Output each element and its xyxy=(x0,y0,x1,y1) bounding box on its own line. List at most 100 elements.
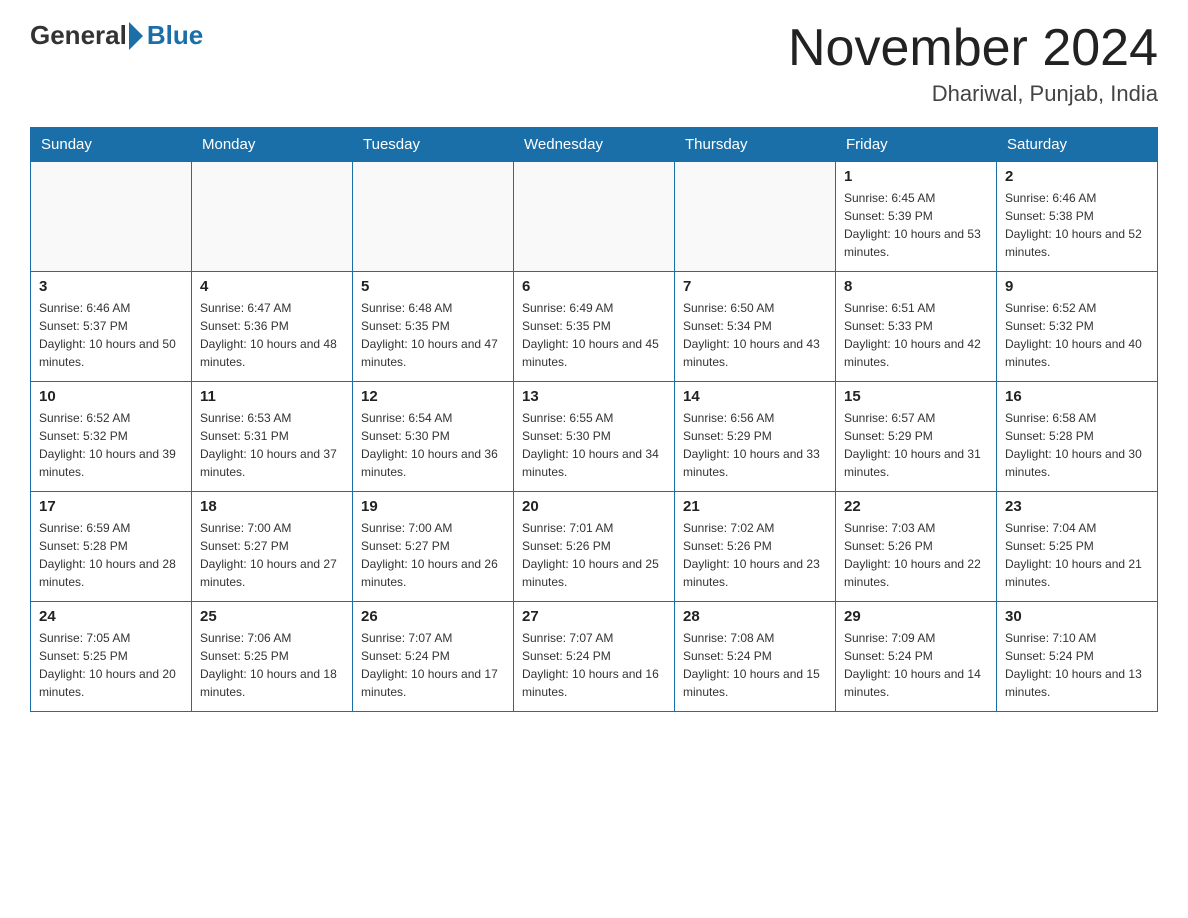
day-number: 22 xyxy=(844,498,988,515)
calendar-cell: 20 Sunrise: 7:01 AMSunset: 5:26 PMDayligh… xyxy=(514,492,675,602)
calendar-cell: 19 Sunrise: 7:00 AMSunset: 5:27 PMDayligh… xyxy=(353,492,514,602)
day-number: 3 xyxy=(39,278,183,295)
day-info: Sunrise: 6:50 AMSunset: 5:34 PMDaylight:… xyxy=(683,299,827,371)
day-number: 7 xyxy=(683,278,827,295)
calendar-cell: 25Sunrise: 7:06 AMSunset: 5:25 PMDayligh… xyxy=(192,602,353,712)
day-info: Sunrise: 7:07 AMSunset: 5:24 PMDaylight:… xyxy=(522,629,666,701)
day-number: 18 xyxy=(200,498,344,515)
calendar-cell: 14 Sunrise: 6:56 AMSunset: 5:29 PMDayligh… xyxy=(675,382,836,492)
day-number: 30 xyxy=(1005,608,1149,625)
day-number: 2 xyxy=(1005,168,1149,185)
day-number: 10 xyxy=(39,388,183,405)
calendar-cell xyxy=(31,162,192,272)
day-info: Sunrise: 6:45 AMSunset: 5:39 PMDaylight:… xyxy=(844,189,988,261)
day-number: 29 xyxy=(844,608,988,625)
calendar-cell: 27 Sunrise: 7:07 AMSunset: 5:24 PMDayligh… xyxy=(514,602,675,712)
calendar-cell: 10 Sunrise: 6:52 AMSunset: 5:32 PMDayligh… xyxy=(31,382,192,492)
calendar-cell: 22 Sunrise: 7:03 AMSunset: 5:26 PMDayligh… xyxy=(836,492,997,602)
day-info: Sunrise: 7:09 AMSunset: 5:24 PMDaylight:… xyxy=(844,629,988,701)
day-number: 8 xyxy=(844,278,988,295)
day-number: 20 xyxy=(522,498,666,515)
calendar-cell: 13Sunrise: 6:55 AMSunset: 5:30 PMDayligh… xyxy=(514,382,675,492)
calendar-cell: 1 Sunrise: 6:45 AMSunset: 5:39 PMDaylight… xyxy=(836,162,997,272)
calendar-cell: 28 Sunrise: 7:08 AMSunset: 5:24 PMDayligh… xyxy=(675,602,836,712)
day-number: 16 xyxy=(1005,388,1149,405)
day-number: 26 xyxy=(361,608,505,625)
calendar-cell: 2Sunrise: 6:46 AMSunset: 5:38 PMDaylight… xyxy=(997,162,1158,272)
calendar-cell: 21 Sunrise: 7:02 AMSunset: 5:26 PMDayligh… xyxy=(675,492,836,602)
calendar-cell: 24 Sunrise: 7:05 AMSunset: 5:25 PMDayligh… xyxy=(31,602,192,712)
calendar-cell: 23 Sunrise: 7:04 AMSunset: 5:25 PMDayligh… xyxy=(997,492,1158,602)
day-info: Sunrise: 7:02 AMSunset: 5:26 PMDaylight:… xyxy=(683,519,827,591)
calendar-cell: 26 Sunrise: 7:07 AMSunset: 5:24 PMDayligh… xyxy=(353,602,514,712)
day-number: 21 xyxy=(683,498,827,515)
day-of-week-header: Friday xyxy=(836,128,997,162)
day-info: Sunrise: 7:06 AMSunset: 5:25 PMDaylight:… xyxy=(200,629,344,701)
day-number: 27 xyxy=(522,608,666,625)
day-number: 28 xyxy=(683,608,827,625)
day-info: Sunrise: 6:57 AMSunset: 5:29 PMDaylight:… xyxy=(844,409,988,481)
day-of-week-header: Wednesday xyxy=(514,128,675,162)
day-number: 12 xyxy=(361,388,505,405)
day-info: Sunrise: 6:56 AMSunset: 5:29 PMDaylight:… xyxy=(683,409,827,481)
day-number: 17 xyxy=(39,498,183,515)
day-number: 1 xyxy=(844,168,988,185)
day-number: 19 xyxy=(361,498,505,515)
day-number: 6 xyxy=(522,278,666,295)
day-number: 23 xyxy=(1005,498,1149,515)
day-info: Sunrise: 6:47 AMSunset: 5:36 PMDaylight:… xyxy=(200,299,344,371)
calendar-cell: 5 Sunrise: 6:48 AMSunset: 5:35 PMDaylight… xyxy=(353,272,514,382)
calendar-header-row: SundayMondayTuesdayWednesdayThursdayFrid… xyxy=(31,128,1158,162)
calendar-cell: 9 Sunrise: 6:52 AMSunset: 5:32 PMDaylight… xyxy=(997,272,1158,382)
calendar-cell: 8 Sunrise: 6:51 AMSunset: 5:33 PMDaylight… xyxy=(836,272,997,382)
day-of-week-header: Thursday xyxy=(675,128,836,162)
day-info: Sunrise: 6:53 AMSunset: 5:31 PMDaylight:… xyxy=(200,409,344,481)
day-number: 24 xyxy=(39,608,183,625)
calendar-cell: 30Sunrise: 7:10 AMSunset: 5:24 PMDayligh… xyxy=(997,602,1158,712)
calendar-week-row: 10 Sunrise: 6:52 AMSunset: 5:32 PMDayligh… xyxy=(31,382,1158,492)
calendar-cell xyxy=(514,162,675,272)
calendar-week-row: 17Sunrise: 6:59 AMSunset: 5:28 PMDayligh… xyxy=(31,492,1158,602)
calendar-cell xyxy=(675,162,836,272)
day-number: 9 xyxy=(1005,278,1149,295)
day-info: Sunrise: 6:51 AMSunset: 5:33 PMDaylight:… xyxy=(844,299,988,371)
day-info: Sunrise: 6:52 AMSunset: 5:32 PMDaylight:… xyxy=(1005,299,1149,371)
logo-blue: Blue xyxy=(147,20,203,51)
day-number: 5 xyxy=(361,278,505,295)
day-info: Sunrise: 7:03 AMSunset: 5:26 PMDaylight:… xyxy=(844,519,988,591)
page-header: General Blue November 2024 Dhariwal, Pun… xyxy=(30,20,1158,107)
calendar-cell: 3 Sunrise: 6:46 AMSunset: 5:37 PMDaylight… xyxy=(31,272,192,382)
logo-text: General Blue xyxy=(30,20,203,51)
calendar-week-row: 1 Sunrise: 6:45 AMSunset: 5:39 PMDaylight… xyxy=(31,162,1158,272)
day-of-week-header: Saturday xyxy=(997,128,1158,162)
day-info: Sunrise: 7:04 AMSunset: 5:25 PMDaylight:… xyxy=(1005,519,1149,591)
day-number: 4 xyxy=(200,278,344,295)
day-info: Sunrise: 6:46 AMSunset: 5:37 PMDaylight:… xyxy=(39,299,183,371)
calendar-cell: 7 Sunrise: 6:50 AMSunset: 5:34 PMDaylight… xyxy=(675,272,836,382)
day-info: Sunrise: 7:00 AMSunset: 5:27 PMDaylight:… xyxy=(361,519,505,591)
day-info: Sunrise: 7:08 AMSunset: 5:24 PMDaylight:… xyxy=(683,629,827,701)
calendar-cell xyxy=(192,162,353,272)
day-info: Sunrise: 7:07 AMSunset: 5:24 PMDaylight:… xyxy=(361,629,505,701)
location: Dhariwal, Punjab, India xyxy=(788,81,1158,107)
calendar-cell: 17Sunrise: 6:59 AMSunset: 5:28 PMDayligh… xyxy=(31,492,192,602)
day-number: 14 xyxy=(683,388,827,405)
logo-general: General xyxy=(30,20,127,51)
day-info: Sunrise: 7:01 AMSunset: 5:26 PMDaylight:… xyxy=(522,519,666,591)
day-info: Sunrise: 6:55 AMSunset: 5:30 PMDaylight:… xyxy=(522,409,666,481)
calendar-week-row: 3 Sunrise: 6:46 AMSunset: 5:37 PMDaylight… xyxy=(31,272,1158,382)
calendar-cell: 18 Sunrise: 7:00 AMSunset: 5:27 PMDayligh… xyxy=(192,492,353,602)
month-title: November 2024 xyxy=(788,20,1158,77)
day-info: Sunrise: 7:00 AMSunset: 5:27 PMDaylight:… xyxy=(200,519,344,591)
calendar-cell: 29 Sunrise: 7:09 AMSunset: 5:24 PMDayligh… xyxy=(836,602,997,712)
day-of-week-header: Sunday xyxy=(31,128,192,162)
day-info: Sunrise: 6:48 AMSunset: 5:35 PMDaylight:… xyxy=(361,299,505,371)
day-info: Sunrise: 6:52 AMSunset: 5:32 PMDaylight:… xyxy=(39,409,183,481)
day-info: Sunrise: 6:58 AMSunset: 5:28 PMDaylight:… xyxy=(1005,409,1149,481)
day-number: 11 xyxy=(200,388,344,405)
logo: General Blue xyxy=(30,20,203,51)
day-info: Sunrise: 6:49 AMSunset: 5:35 PMDaylight:… xyxy=(522,299,666,371)
day-info: Sunrise: 7:05 AMSunset: 5:25 PMDaylight:… xyxy=(39,629,183,701)
calendar-cell: 4 Sunrise: 6:47 AMSunset: 5:36 PMDaylight… xyxy=(192,272,353,382)
calendar-table: SundayMondayTuesdayWednesdayThursdayFrid… xyxy=(30,127,1158,712)
